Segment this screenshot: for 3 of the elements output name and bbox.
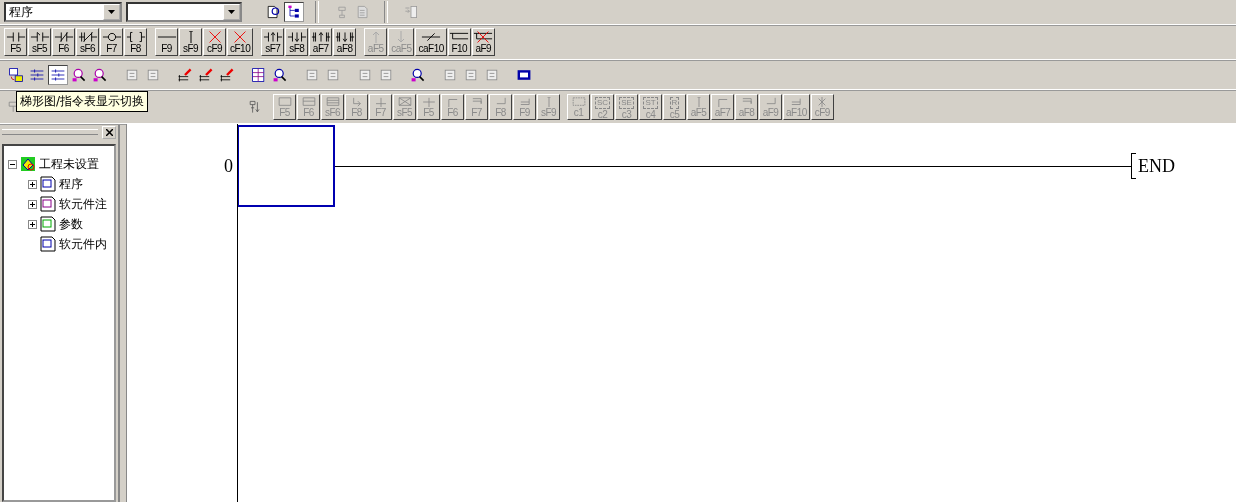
end-instruction: END <box>1137 155 1176 177</box>
step-number: 0 <box>223 155 234 177</box>
tooltip: 梯形图/指令表显示切换 <box>16 91 149 112</box>
